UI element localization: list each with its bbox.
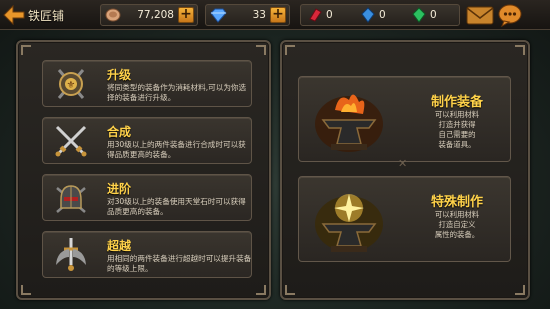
green-crystal-amount: 0 [430, 9, 437, 21]
mail-button[interactable] [466, 4, 494, 26]
anvil-fire-icon [309, 80, 389, 160]
special-craft-title: 特殊制作 [430, 195, 483, 210]
helmet-icon [51, 178, 91, 218]
anvil-sparkle-icon [309, 180, 389, 260]
chat-button[interactable] [497, 3, 523, 28]
craft-equipment-card[interactable]: 制作装备 可以利用材料 打造并获得 自己需要的 装备道具。 [298, 76, 511, 162]
special-craft-card[interactable]: 特殊制作 可以利用材料 打造自定义 属性的装备。 [298, 176, 511, 262]
desc-line: 自己需要的 [438, 130, 476, 139]
green-crystal-icon [410, 7, 428, 23]
mail-icon[interactable] [466, 6, 494, 30]
add-gold-button[interactable]: + [178, 7, 194, 23]
transcend-title: 超越 [107, 239, 132, 253]
desc-line: 属性的装备。 [434, 230, 480, 239]
back-button[interactable]: 铁匠铺 [3, 4, 85, 26]
corner-ornament [256, 285, 266, 295]
upgrade-card[interactable]: ⚜ 升级 将同类型的装备作为消耗材料,可以为你选择的装备进行升级。 [42, 60, 252, 107]
advance-title: 进阶 [107, 182, 132, 196]
advance-card[interactable]: 进阶 对30级以上的装备使用天堂石时可以获得品质更高的装备。 [42, 174, 252, 221]
desc-line: 打造并获得 [438, 120, 476, 129]
diamond-resource: 33 + [205, 4, 290, 26]
corner-ornament [515, 45, 525, 55]
transcend-description: 用相同的两件装备进行超越时可以提升装备的等级上限。 [107, 254, 252, 273]
transcend-card[interactable]: 超越 用相同的两件装备进行超越时可以提升装备的等级上限。 [42, 231, 252, 278]
diamond-icon [209, 7, 227, 23]
divider-ornament: ✕ [398, 157, 408, 170]
material-resources: 0 0 0 [300, 4, 460, 26]
back-arrow-icon[interactable] [3, 5, 25, 25]
corner-ornament [515, 285, 525, 295]
corner-ornament [256, 45, 266, 55]
add-diamond-button[interactable]: + [270, 7, 286, 23]
crossed-swords-icon [51, 121, 91, 161]
desc-line: 可以利用材料 [434, 210, 480, 219]
corner-ornament [285, 45, 295, 55]
craft-equipment-description: 可以利用材料 打造并获得 自己需要的 装备道具。 [417, 110, 497, 150]
upgrade-description: 将同类型的装备作为消耗材料,可以为你选择的装备进行升级。 [107, 83, 247, 102]
gold-amount: 77,208 [137, 9, 174, 21]
craft-equipment-title: 制作装备 [430, 95, 483, 110]
special-craft-description: 可以利用材料 打造自定义 属性的装备。 [417, 210, 497, 240]
advance-description: 对30级以上的装备使用天堂石时可以获得品质更高的装备。 [107, 197, 246, 216]
top-bar: 铁匠铺 77,208 + 33 + 0 0 0 [0, 0, 550, 30]
red-crystal-amount: 0 [326, 9, 333, 21]
synthesis-title: 合成 [107, 125, 132, 139]
blue-crystal-icon [359, 7, 377, 23]
desc-line: 打造自定义 [438, 220, 476, 229]
corner-ornament [21, 45, 31, 55]
corner-ornament [285, 285, 295, 295]
synthesis-card[interactable]: 合成 用30级以上的两件装备进行合成时可以获得品质更高的装备。 [42, 117, 252, 164]
corner-ornament [21, 285, 31, 295]
upgrade-title: 升级 [107, 68, 132, 82]
diamond-amount: 33 [252, 9, 266, 21]
desc-line: 可以利用材料 [434, 110, 480, 119]
gold-resource: 77,208 + [100, 4, 198, 26]
red-crystal-icon [306, 7, 324, 23]
coin-icon [104, 7, 122, 23]
blue-crystal-amount: 0 [379, 9, 386, 21]
desc-line: 装备道具。 [438, 140, 476, 149]
svg-text:⚜: ⚜ [67, 80, 76, 91]
synthesis-description: 用30级以上的两件装备进行合成时可以获得品质更高的装备。 [107, 140, 246, 159]
chat-icon[interactable] [497, 4, 523, 31]
upgrade-shield-icon: ⚜ [51, 64, 91, 104]
sword-wings-icon [51, 235, 91, 275]
page-title: 铁匠铺 [28, 8, 65, 23]
